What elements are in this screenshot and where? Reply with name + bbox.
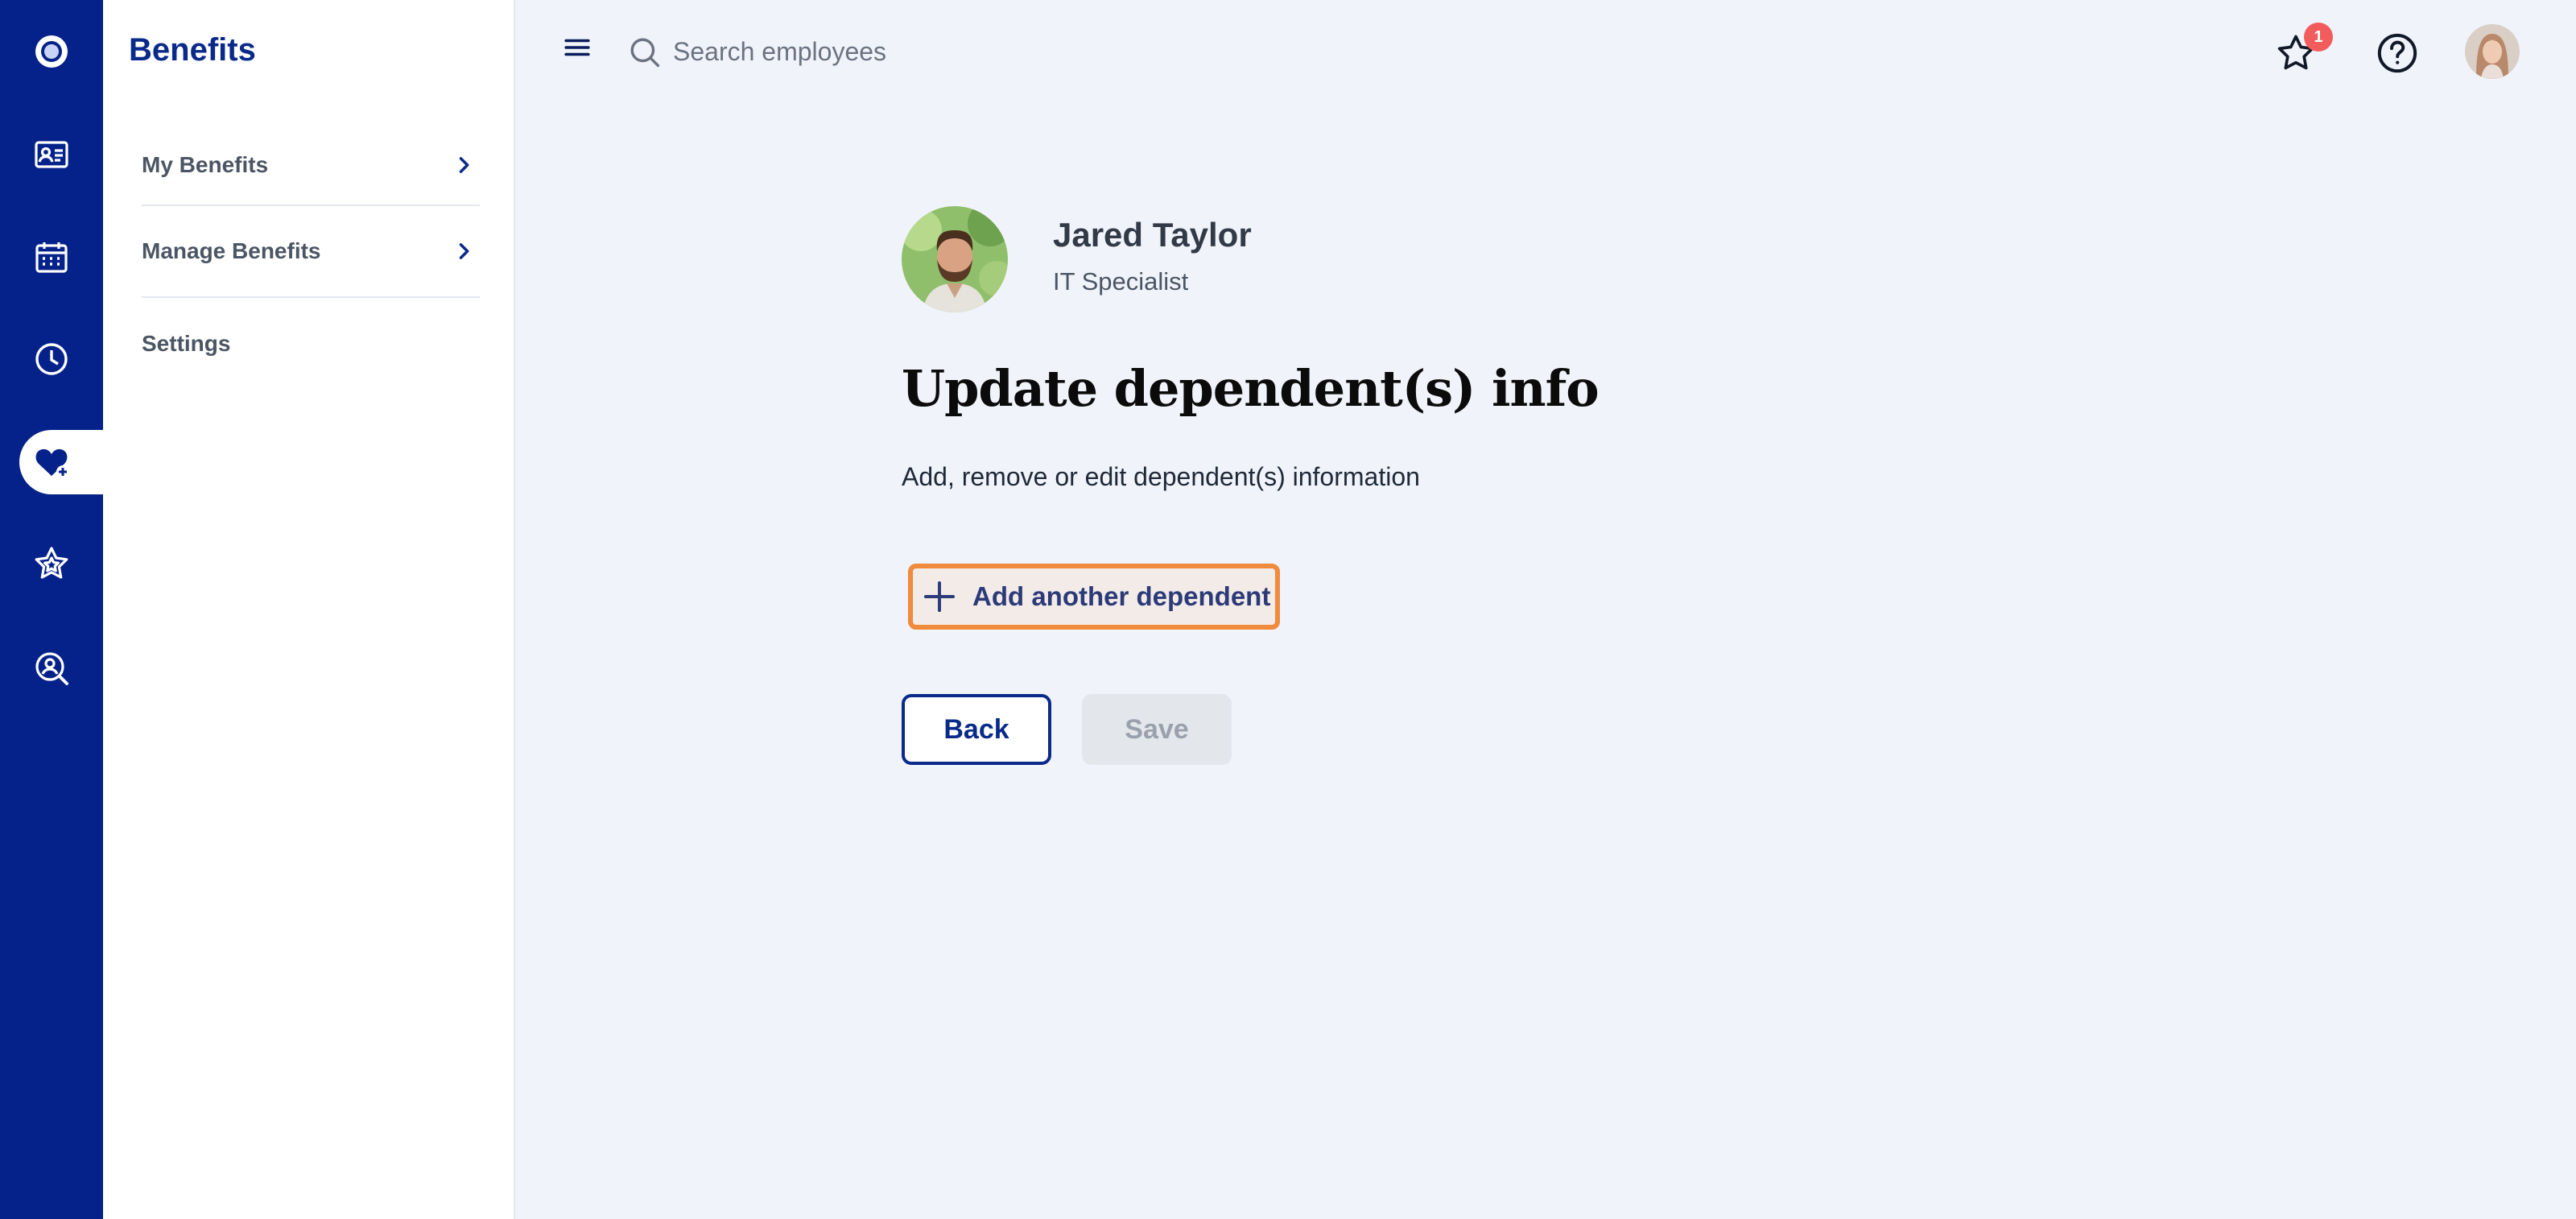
chevron-right-icon <box>459 157 469 173</box>
sidebar-item-label: Manage Benefits <box>142 238 321 263</box>
sidebar-item-manage-benefits[interactable]: Manage Benefits <box>142 206 480 298</box>
back-button[interactable]: Back <box>902 694 1051 765</box>
clock-icon[interactable] <box>0 327 103 391</box>
calendar-icon[interactable] <box>0 225 103 290</box>
sidebar-item-my-benefits[interactable]: My Benefits <box>142 126 480 206</box>
save-button[interactable]: Save <box>1082 694 1232 765</box>
icon-rail <box>0 0 103 1219</box>
sidebar-item-settings[interactable]: Settings <box>142 298 480 390</box>
benefits-sidebar: Benefits My Benefits Manage Benefits Set… <box>103 0 515 1219</box>
search-icon <box>630 38 660 68</box>
plus-icon <box>923 581 956 613</box>
search-person-icon[interactable] <box>0 636 103 700</box>
star-icon[interactable] <box>0 531 103 596</box>
sidebar-menu: My Benefits Manage Benefits Settings <box>142 126 480 390</box>
current-user-avatar[interactable] <box>2465 24 2520 79</box>
employee-role: IT Specialist <box>1053 267 1189 295</box>
sidebar-item-label: Settings <box>142 331 231 356</box>
employee-name: Jared Taylor <box>1053 216 1252 254</box>
search-input[interactable] <box>673 29 1236 74</box>
add-dependent-button[interactable]: Add another dependent <box>908 564 1280 630</box>
page-description: Add, remove or edit dependent(s) informa… <box>902 462 1420 491</box>
add-dependent-label: Add another dependent <box>972 581 1271 611</box>
chevron-right-icon <box>459 243 469 259</box>
heart-benefits-icon[interactable] <box>19 430 103 494</box>
help-icon[interactable] <box>2375 31 2420 76</box>
employee-avatar <box>902 206 1008 312</box>
sidebar-item-label: My Benefits <box>142 152 269 177</box>
logo-icon[interactable] <box>0 19 103 84</box>
hamburger-menu-icon[interactable] <box>560 31 594 64</box>
sidebar-title: Benefits <box>129 32 256 68</box>
id-card-icon[interactable] <box>0 122 103 187</box>
notification-badge: 1 <box>2304 23 2333 52</box>
page-title: Update dependent(s) info <box>902 359 1600 418</box>
